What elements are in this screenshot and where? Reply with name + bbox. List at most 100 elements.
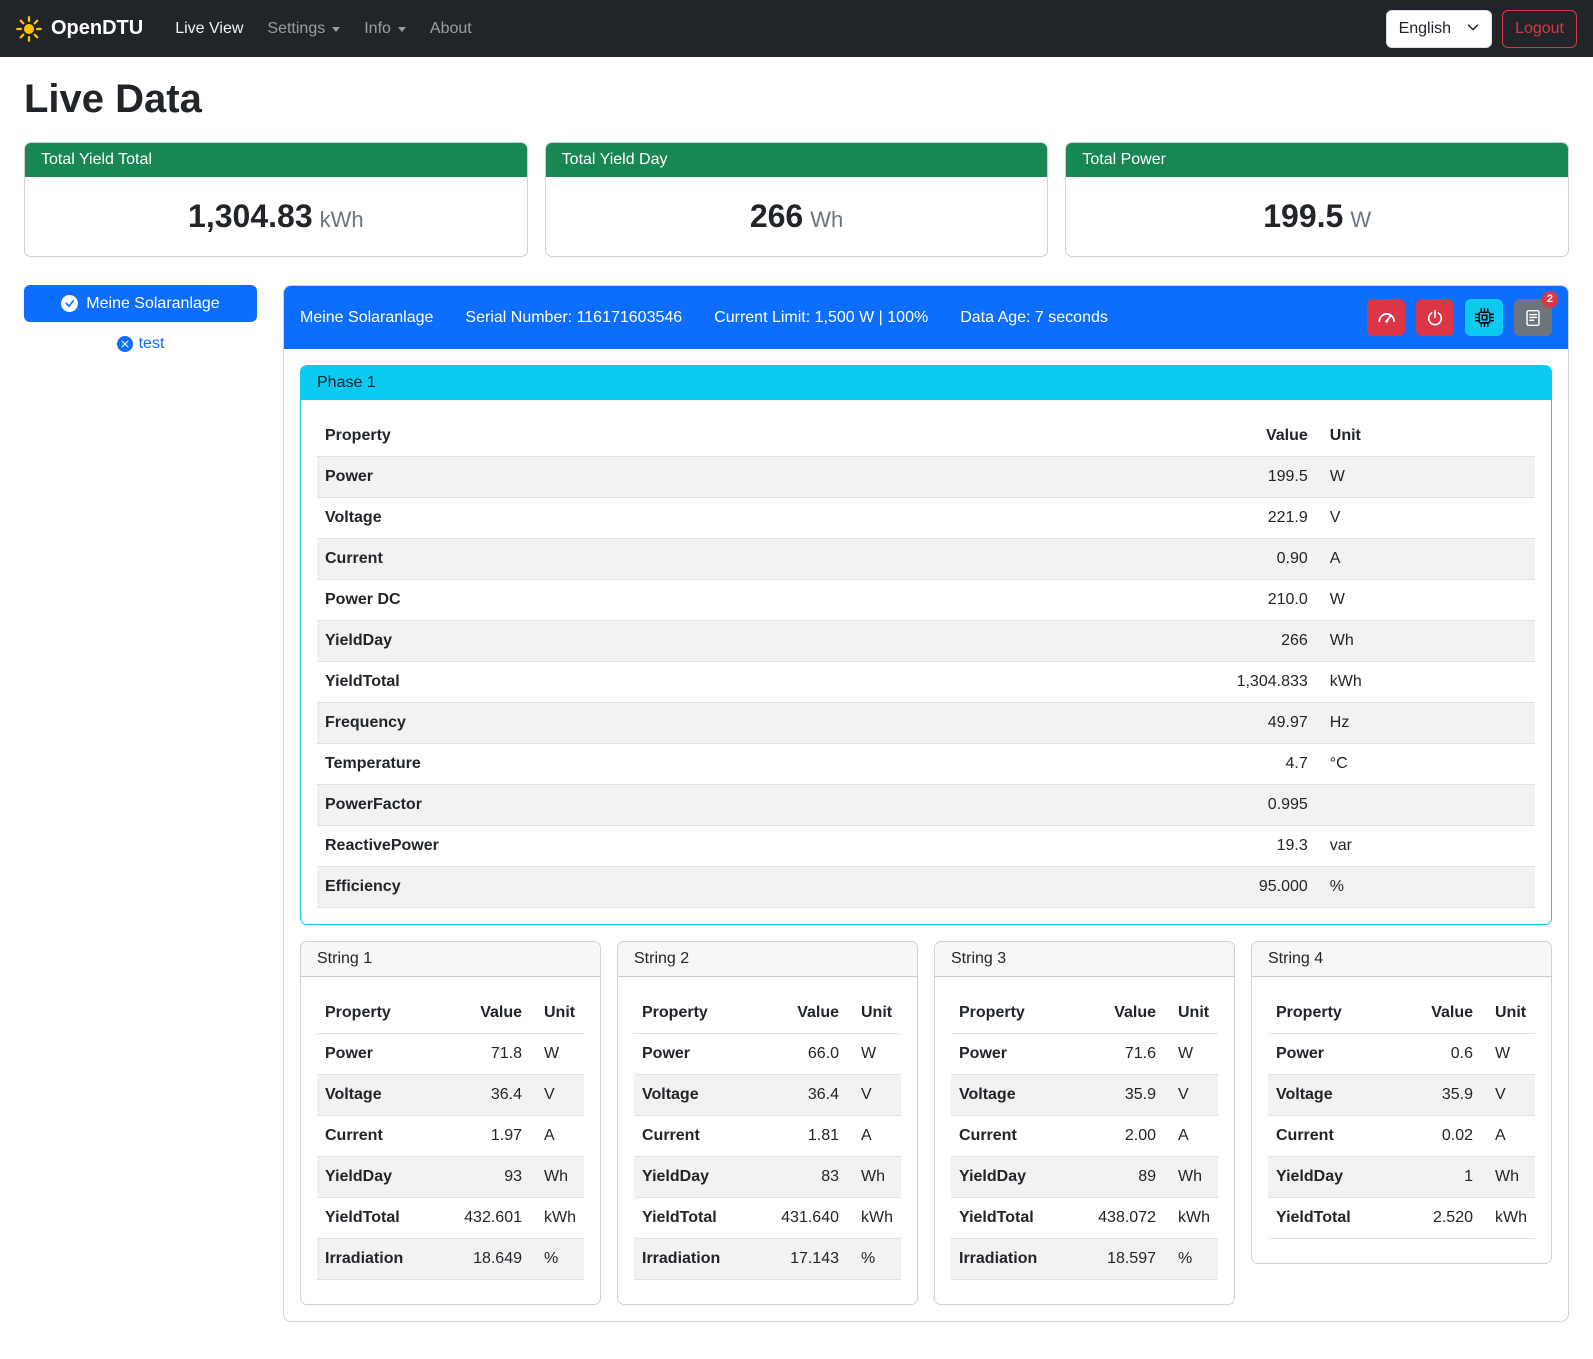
- unit-cell: W: [530, 1034, 584, 1075]
- property-cell: Current: [951, 1116, 1070, 1157]
- inverter-select-label: Meine Solaranlage: [86, 295, 219, 313]
- string-card: String 1PropertyValueUnitPower71.8WVolta…: [300, 941, 601, 1305]
- page: OpenDTU Live View Settings Info About En…: [0, 0, 1593, 1359]
- property-header: Property: [317, 993, 436, 1034]
- main-row: Meine Solaranlage test Meine Solaranlage…: [24, 285, 1569, 1322]
- unit-cell: V: [1316, 498, 1535, 539]
- device-info-button[interactable]: [1465, 299, 1503, 336]
- property-cell: Power: [634, 1034, 753, 1075]
- inverter-panel-body: Phase 1 Property Value Unit: [284, 349, 1568, 1321]
- value-cell: 432.601: [436, 1198, 530, 1239]
- property-cell: Current: [317, 1116, 436, 1157]
- unit-cell: Wh: [1316, 621, 1535, 662]
- property-cell: Power: [951, 1034, 1070, 1075]
- unit-cell: W: [1316, 580, 1535, 621]
- property-cell: Temperature: [317, 744, 915, 785]
- property-cell: YieldTotal: [951, 1198, 1070, 1239]
- unit-cell: A: [1481, 1116, 1535, 1157]
- phase-card: Phase 1 Property Value Unit: [300, 365, 1552, 925]
- inverter-sidebar: Meine Solaranlage test: [24, 285, 257, 353]
- summary-row: Total Yield Total 1,304.83kWh Total Yiel…: [24, 142, 1569, 257]
- unit-cell: %: [1316, 867, 1535, 908]
- property-cell: PowerFactor: [317, 785, 915, 826]
- total-yield-total-unit: kWh: [320, 207, 364, 232]
- string-table: PropertyValueUnitPower71.6WVoltage35.9VC…: [951, 993, 1218, 1280]
- value-header: Value: [753, 993, 847, 1034]
- table-row: Voltage36.4V: [634, 1075, 901, 1116]
- event-log-button[interactable]: 2: [1514, 299, 1552, 336]
- strings-row: String 1PropertyValueUnitPower71.8WVolta…: [300, 941, 1552, 1305]
- table-row: Efficiency95.000%: [317, 867, 1535, 908]
- table-row: Irradiation18.597%: [951, 1239, 1218, 1280]
- value-header: Value: [436, 993, 530, 1034]
- value-cell: 66.0: [753, 1034, 847, 1075]
- table-row: YieldDay89Wh: [951, 1157, 1218, 1198]
- power-settings-button[interactable]: [1416, 299, 1454, 336]
- language-selected-value: English: [1399, 20, 1451, 38]
- table-row: YieldDay266Wh: [317, 621, 1535, 662]
- card-title: Total Yield Day: [546, 143, 1048, 177]
- inverter-data-age: Data Age: 7 seconds: [960, 309, 1108, 327]
- property-header: Property: [1268, 993, 1398, 1034]
- string-card: String 4PropertyValueUnitPower0.6WVoltag…: [1251, 941, 1552, 1264]
- table-row: Frequency49.97Hz: [317, 703, 1535, 744]
- inverter-select-button[interactable]: Meine Solaranlage: [24, 285, 257, 322]
- x-circle-icon: [117, 336, 133, 352]
- table-row: Current1.97A: [317, 1116, 584, 1157]
- content: Live Data Total Yield Total 1,304.83kWh …: [0, 77, 1593, 1346]
- value-cell: 18.649: [436, 1239, 530, 1280]
- total-yield-total-card: Total Yield Total 1,304.83kWh: [24, 142, 528, 257]
- inverter-serial: Serial Number: 116171603546: [465, 309, 682, 327]
- table-row: YieldTotal1,304.833kWh: [317, 662, 1535, 703]
- property-cell: Voltage: [1268, 1075, 1398, 1116]
- unit-cell: kWh: [1164, 1198, 1218, 1239]
- value-cell: 71.6: [1070, 1034, 1164, 1075]
- value-cell: 1,304.833: [915, 662, 1316, 703]
- unit-header: Unit: [1481, 993, 1535, 1034]
- nav-info[interactable]: Info: [352, 11, 418, 47]
- nav-about[interactable]: About: [418, 11, 484, 47]
- limit-settings-button[interactable]: [1367, 299, 1405, 336]
- string-table: PropertyValueUnitPower71.8WVoltage36.4VC…: [317, 993, 584, 1280]
- language-select[interactable]: English: [1386, 10, 1492, 48]
- nav-live-view[interactable]: Live View: [163, 11, 255, 47]
- value-cell: 93: [436, 1157, 530, 1198]
- property-header: Property: [634, 993, 753, 1034]
- journal-text-icon: [1524, 309, 1542, 327]
- inverter-current-limit: Current Limit: 1,500 W | 100%: [714, 309, 928, 327]
- unit-cell: W: [1164, 1034, 1218, 1075]
- table-row: Voltage36.4V: [317, 1075, 584, 1116]
- inverter-panel-header: Meine Solaranlage Serial Number: 1161716…: [284, 286, 1568, 349]
- unit-cell: [1316, 785, 1535, 826]
- value-cell: 2.520: [1398, 1198, 1481, 1239]
- nav-info-label: Info: [364, 20, 391, 38]
- table-row: Current2.00A: [951, 1116, 1218, 1157]
- table-row: YieldDay1Wh: [1268, 1157, 1535, 1198]
- inverter-name: Meine Solaranlage: [300, 309, 433, 327]
- property-cell: YieldTotal: [634, 1198, 753, 1239]
- property-cell: YieldTotal: [1268, 1198, 1398, 1239]
- value-cell: 36.4: [436, 1075, 530, 1116]
- total-power-card: Total Power 199.5W: [1065, 142, 1569, 257]
- logout-button[interactable]: Logout: [1502, 10, 1577, 48]
- string-card-body: PropertyValueUnitPower0.6WVoltage35.9VCu…: [1252, 977, 1551, 1263]
- nav-right: English Logout: [1386, 10, 1577, 48]
- card-body: 266Wh: [546, 177, 1048, 256]
- total-power-unit: W: [1350, 207, 1371, 232]
- event-log-link[interactable]: test: [24, 335, 257, 353]
- unit-cell: Hz: [1316, 703, 1535, 744]
- property-cell: Voltage: [634, 1075, 753, 1116]
- property-cell: Irradiation: [951, 1239, 1070, 1280]
- string-table: PropertyValueUnitPower0.6WVoltage35.9VCu…: [1268, 993, 1535, 1239]
- table-row: Irradiation18.649%: [317, 1239, 584, 1280]
- table-row: ReactivePower19.3var: [317, 826, 1535, 867]
- value-cell: 17.143: [753, 1239, 847, 1280]
- phase-card-title: Phase 1: [301, 366, 1551, 400]
- property-cell: Frequency: [317, 703, 915, 744]
- value-cell: 0.90: [915, 539, 1316, 580]
- nav-settings[interactable]: Settings: [255, 11, 352, 47]
- property-cell: YieldDay: [951, 1157, 1070, 1198]
- table-row: YieldDay93Wh: [317, 1157, 584, 1198]
- brand[interactable]: OpenDTU: [16, 16, 143, 42]
- table-row: Current1.81A: [634, 1116, 901, 1157]
